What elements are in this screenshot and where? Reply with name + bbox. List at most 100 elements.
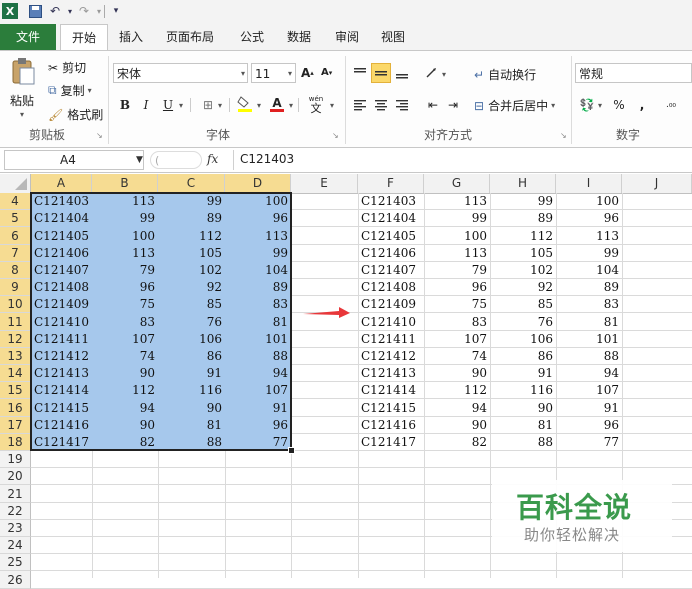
copied-table-cell[interactable]: C121411 bbox=[358, 331, 424, 348]
copied-table-cell[interactable]: 94 bbox=[556, 365, 622, 382]
copied-table-cell[interactable]: 105 bbox=[490, 245, 556, 262]
align-center-icon[interactable] bbox=[372, 96, 390, 114]
comma-button[interactable]: , bbox=[633, 96, 651, 114]
copied-table-cell[interactable]: 99 bbox=[556, 245, 622, 262]
align-middle-icon[interactable] bbox=[371, 63, 391, 83]
copied-table-cell[interactable]: C121410 bbox=[358, 313, 424, 331]
tab-review[interactable]: 审阅 bbox=[328, 24, 366, 50]
column-header-f[interactable]: F bbox=[358, 174, 424, 193]
copied-table-cell[interactable]: 81 bbox=[490, 417, 556, 434]
copied-table-cell[interactable]: 106 bbox=[490, 331, 556, 348]
copied-table-cell[interactable]: 90 bbox=[424, 365, 490, 382]
font-launcher-icon[interactable]: ↘ bbox=[332, 131, 339, 140]
row-header[interactable]: 7 bbox=[0, 245, 31, 262]
merge-center-button[interactable]: ⊟ 合并后居中 ▾ bbox=[474, 97, 555, 114]
row-header[interactable]: 18 bbox=[0, 434, 31, 451]
copied-table-cell[interactable]: 86 bbox=[490, 348, 556, 365]
undo-icon[interactable]: ↶ bbox=[47, 3, 63, 19]
copied-table-cell[interactable]: 96 bbox=[424, 279, 490, 296]
tab-data[interactable]: 数据 bbox=[280, 24, 318, 50]
italic-button[interactable]: I bbox=[137, 96, 155, 114]
copied-table-cell[interactable]: 83 bbox=[556, 296, 622, 313]
row-header[interactable]: 4 bbox=[0, 193, 31, 210]
tab-page-layout[interactable]: 页面布局 bbox=[158, 24, 222, 50]
fill-color-icon[interactable] bbox=[236, 95, 254, 113]
copied-table-cell[interactable]: 82 bbox=[424, 434, 490, 451]
copied-table-cell[interactable]: 94 bbox=[424, 399, 490, 417]
copied-table-cell[interactable]: 91 bbox=[490, 365, 556, 382]
copied-table-cell[interactable]: 113 bbox=[556, 227, 622, 245]
copied-table-cell[interactable]: C121403 bbox=[358, 193, 424, 210]
row-header[interactable]: 19 bbox=[0, 451, 31, 468]
copied-table-cell[interactable]: C121416 bbox=[358, 417, 424, 434]
align-bottom-icon[interactable] bbox=[393, 64, 411, 82]
row-header[interactable]: 10 bbox=[0, 296, 31, 313]
row-header[interactable]: 14 bbox=[0, 365, 31, 382]
copied-table-cell[interactable]: 77 bbox=[556, 434, 622, 451]
copied-table-cell[interactable]: 116 bbox=[490, 382, 556, 399]
copy-button[interactable]: ⧉ 复制 ▾ bbox=[48, 82, 92, 99]
paste-dropdown-icon[interactable]: ▾ bbox=[20, 110, 24, 119]
align-top-icon[interactable] bbox=[351, 64, 369, 82]
increase-decimal-icon[interactable]: .₀₀ bbox=[662, 96, 680, 114]
copied-table-cell[interactable]: C121409 bbox=[358, 296, 424, 313]
copied-table-cell[interactable]: 88 bbox=[556, 348, 622, 365]
phonetic-guide-button[interactable]: wén 文 bbox=[307, 95, 325, 114]
percent-button[interactable]: % bbox=[610, 96, 628, 114]
row-header[interactable]: 13 bbox=[0, 348, 31, 365]
align-right-icon[interactable] bbox=[393, 96, 411, 114]
customize-qa-button[interactable]: ▾ bbox=[108, 3, 124, 19]
copied-table-cell[interactable]: C121415 bbox=[358, 399, 424, 417]
font-color-icon[interactable]: A bbox=[268, 95, 286, 113]
copied-table-cell[interactable]: 104 bbox=[556, 262, 622, 279]
row-header[interactable]: 15 bbox=[0, 382, 31, 399]
underline-dropdown-icon[interactable]: ▾ bbox=[179, 101, 183, 110]
borders-dropdown-icon[interactable]: ▾ bbox=[218, 101, 222, 110]
copied-table-cell[interactable]: 89 bbox=[556, 279, 622, 296]
decrease-indent-icon[interactable]: ⇤ bbox=[424, 96, 442, 114]
copy-dropdown-icon[interactable]: ▾ bbox=[88, 86, 92, 95]
copied-table-cell[interactable]: 107 bbox=[424, 331, 490, 348]
column-header-c[interactable]: C bbox=[158, 174, 225, 193]
copied-table-cell[interactable]: 74 bbox=[424, 348, 490, 365]
column-header-b[interactable]: B bbox=[92, 174, 158, 193]
redo-icon[interactable]: ↷ bbox=[76, 3, 92, 19]
copied-table-cell[interactable]: C121413 bbox=[358, 365, 424, 382]
copied-table-cell[interactable]: 85 bbox=[490, 296, 556, 313]
copied-table-cell[interactable]: 99 bbox=[490, 193, 556, 210]
bold-button[interactable]: B bbox=[116, 96, 134, 114]
copied-table-cell[interactable]: 102 bbox=[490, 262, 556, 279]
wrap-text-button[interactable]: ↵ 自动换行 bbox=[474, 66, 536, 83]
column-header-j[interactable]: J bbox=[622, 174, 692, 193]
font-size-dropdown-icon[interactable]: ▾ bbox=[288, 69, 292, 78]
name-box-dropdown-icon[interactable]: ▼ bbox=[136, 155, 143, 165]
row-header[interactable]: 25 bbox=[0, 554, 31, 571]
tab-view[interactable]: 视图 bbox=[374, 24, 412, 50]
number-format-combo[interactable]: 常规 bbox=[575, 63, 692, 83]
font-color-dropdown-icon[interactable]: ▾ bbox=[289, 101, 293, 110]
row-header[interactable]: 23 bbox=[0, 520, 31, 537]
select-all-button[interactable] bbox=[0, 174, 31, 193]
row-header[interactable]: 5 bbox=[0, 210, 31, 227]
orientation-dropdown-icon[interactable]: ▾ bbox=[442, 70, 446, 79]
copied-table-cell[interactable]: C121404 bbox=[358, 210, 424, 227]
copied-table-cell[interactable]: 96 bbox=[556, 210, 622, 227]
currency-icon[interactable]: 💱 bbox=[578, 96, 596, 114]
clipboard-launcher-icon[interactable]: ↘ bbox=[96, 131, 103, 140]
row-header[interactable]: 8 bbox=[0, 262, 31, 279]
copied-table-cell[interactable]: 89 bbox=[490, 210, 556, 227]
copied-table-cell[interactable]: 90 bbox=[490, 399, 556, 417]
row-header[interactable]: 17 bbox=[0, 417, 31, 434]
copied-table-cell[interactable]: 88 bbox=[490, 434, 556, 451]
fill-color-dropdown-icon[interactable]: ▾ bbox=[257, 101, 261, 110]
column-header-i[interactable]: I bbox=[556, 174, 622, 193]
copied-table-cell[interactable]: C121405 bbox=[358, 227, 424, 245]
name-box[interactable]: A4 bbox=[4, 150, 144, 170]
borders-icon[interactable]: ⊞ bbox=[199, 96, 217, 114]
tab-formulas[interactable]: 公式 bbox=[232, 24, 272, 50]
copied-table-cell[interactable]: C121408 bbox=[358, 279, 424, 296]
shrink-font-button[interactable]: A ▾ bbox=[321, 67, 332, 78]
copied-table-cell[interactable]: 100 bbox=[424, 227, 490, 245]
formula-bar-collapse-icon[interactable]: ( bbox=[150, 151, 202, 169]
align-left-icon[interactable] bbox=[351, 96, 369, 114]
